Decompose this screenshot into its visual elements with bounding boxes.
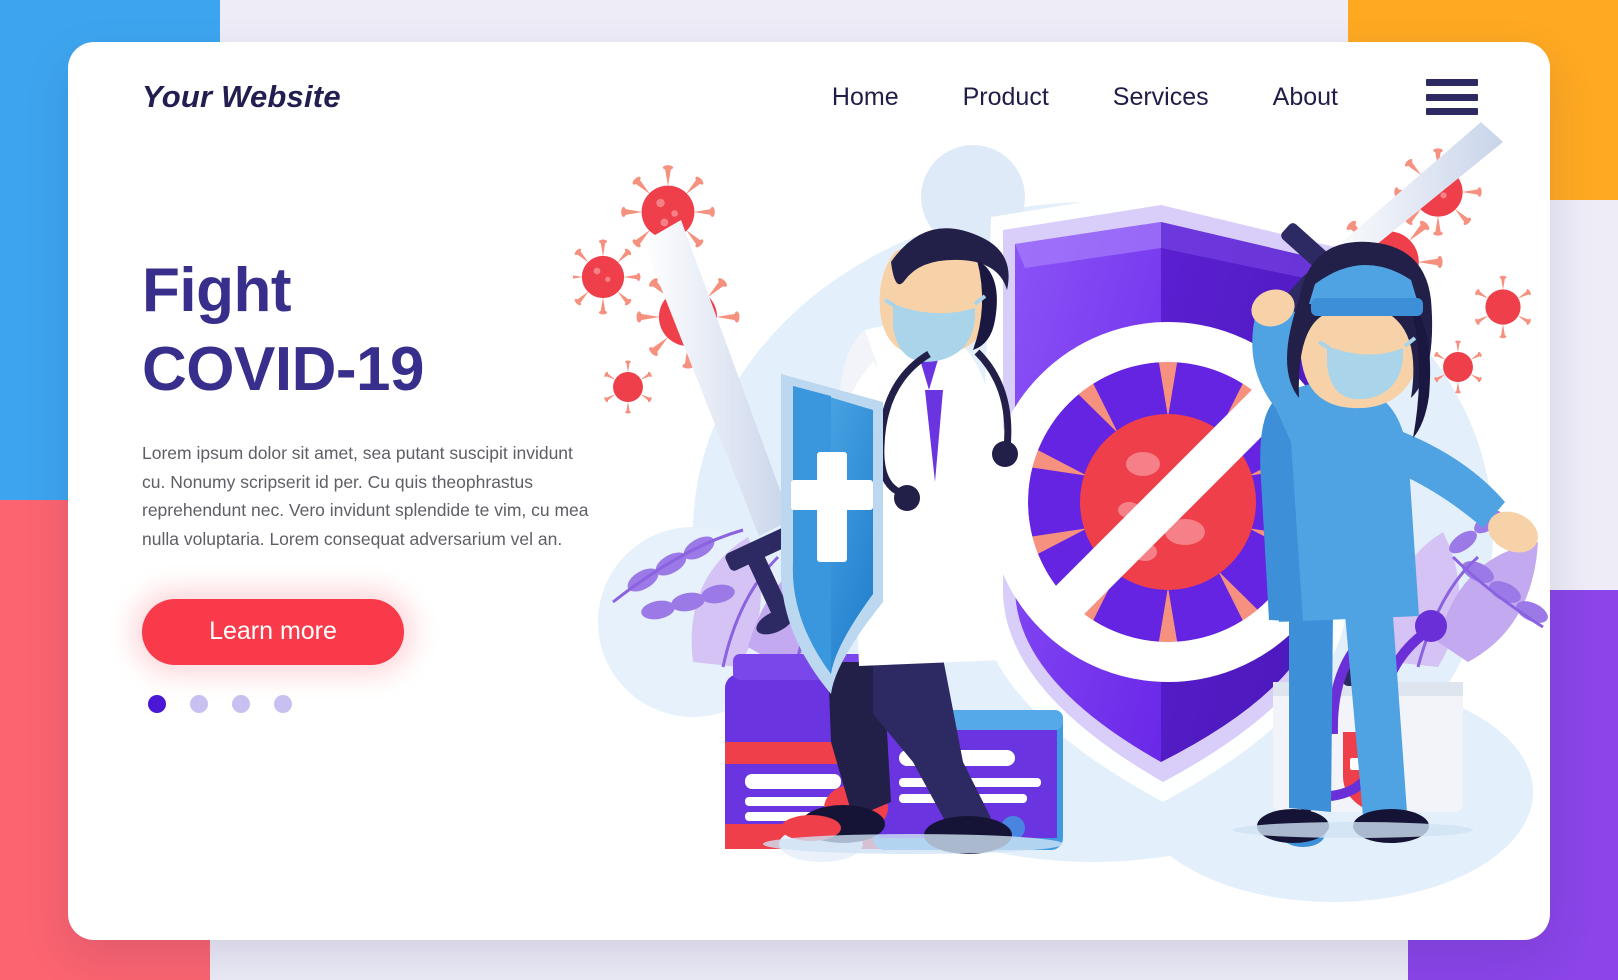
page-title: Fight COVID-19 — [142, 252, 662, 409]
site-logo[interactable]: Your Website — [142, 79, 341, 115]
hamburger-bar-2 — [1426, 93, 1478, 101]
nav-item-services[interactable]: Services — [1081, 83, 1241, 112]
learn-more-button[interactable]: Learn more — [142, 598, 404, 665]
hero-title-line-2: COVID-19 — [142, 334, 424, 404]
nav-item-about[interactable]: About — [1241, 83, 1370, 112]
carousel-dots — [142, 694, 662, 713]
carousel-dot-2[interactable] — [190, 694, 208, 713]
carousel-dot-3[interactable] — [232, 694, 250, 713]
hamburger-bar-3 — [1426, 108, 1478, 115]
hamburger-menu-icon[interactable] — [1426, 79, 1478, 115]
nav-item-home[interactable]: Home — [800, 83, 931, 112]
hero-description: Lorem ipsum dolor sit amet, sea putant s… — [142, 443, 589, 549]
main-navigation: Home Product Services About — [800, 79, 1478, 115]
site-header: Your Website Home Product Services About — [68, 42, 1550, 152]
hero-title-line-1: Fight — [142, 256, 292, 325]
hero-section: Fight COVID-19 Lorem ipsum dolor sit ame… — [142, 252, 662, 713]
carousel-dot-1[interactable] — [148, 694, 166, 713]
hamburger-bar-1 — [1426, 79, 1478, 86]
landing-page-card: Your Website Home Product Services About… — [68, 42, 1550, 940]
fight-covid-19-illustration — [573, 102, 1550, 902]
carousel-dot-4[interactable] — [274, 694, 292, 713]
nav-item-product[interactable]: Product — [931, 83, 1081, 112]
